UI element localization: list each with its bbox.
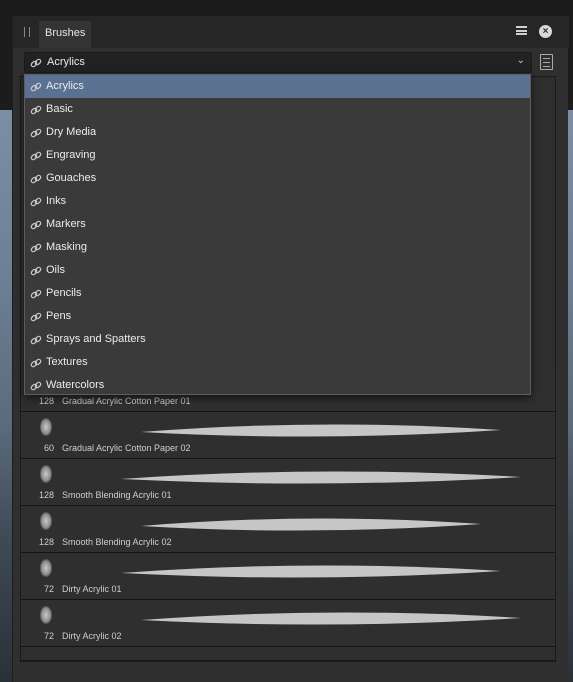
dropdown-item-pens[interactable]: Pens <box>25 305 530 328</box>
brush-row[interactable]: 128 Smooth Blending Acrylic 01 <box>21 459 555 506</box>
category-selector[interactable]: Acrylics ⌄ <box>24 52 532 73</box>
dropdown-item-basic[interactable]: Basic <box>25 98 530 121</box>
drag-grip-icon[interactable] <box>24 27 30 37</box>
brush-category-icon <box>30 243 42 253</box>
close-icon[interactable]: × <box>539 25 552 38</box>
dropdown-item-label: Watercolors <box>46 379 105 391</box>
brush-size-label: 128 <box>38 537 54 547</box>
category-selector-value: Acrylics <box>47 56 85 68</box>
dropdown-item-textures[interactable]: Textures <box>25 351 530 374</box>
brush-row[interactable]: 60 Gradual Acrylic Cotton Paper 02 <box>21 412 555 459</box>
dropdown-item-label: Pens <box>46 310 72 322</box>
brush-category-icon <box>30 335 42 345</box>
dropdown-item-label: Basic <box>46 103 73 115</box>
brush-stroke-preview <box>121 471 521 484</box>
brush-category-icon <box>30 358 42 368</box>
brush-size-label: 72 <box>43 584 54 594</box>
brush-row[interactable]: 72 Dirty Acrylic 02 <box>21 600 555 647</box>
hamburger-menu-icon[interactable] <box>516 26 527 35</box>
dropdown-item-pencils[interactable]: Pencils <box>25 282 530 305</box>
brush-name-label: Dirty Acrylic 01 <box>62 584 122 594</box>
brush-category-icon <box>30 128 42 138</box>
dropdown-item-acrylics[interactable]: Acrylics <box>25 75 530 98</box>
dropdown-item-label: Oils <box>46 264 65 276</box>
dropdown-item-label: Sprays and Spatters <box>46 333 146 345</box>
dropdown-item-inks[interactable]: Inks <box>25 190 530 213</box>
dropdown-item-label: Masking <box>46 241 87 253</box>
dropdown-item-label: Textures <box>46 356 88 368</box>
brush-category-icon <box>30 58 42 68</box>
brush-category-icon <box>30 381 42 391</box>
brush-category-icon <box>30 220 42 230</box>
brush-tip-thumbnail <box>40 559 52 577</box>
brush-category-icon <box>30 266 42 276</box>
brush-size-label: 128 <box>38 396 54 406</box>
brush-row[interactable]: 128 Smooth Blending Acrylic 02 <box>21 506 555 553</box>
dropdown-item-label: Gouaches <box>46 172 97 184</box>
dropdown-item-label: Acrylics <box>46 80 84 92</box>
brush-stroke-preview <box>141 424 501 437</box>
dropdown-item-label: Engraving <box>46 149 96 161</box>
list-view-icon[interactable] <box>540 54 553 70</box>
tab-brushes[interactable]: Brushes <box>39 21 92 48</box>
dropdown-item-label: Markers <box>46 218 86 230</box>
brush-name-label: Dirty Acrylic 02 <box>62 631 122 641</box>
dropdown-item-oils[interactable]: Oils <box>25 259 530 282</box>
brush-category-icon <box>30 289 42 299</box>
brush-name-label: Gradual Acrylic Cotton Paper 02 <box>62 443 191 453</box>
brush-tip-thumbnail <box>40 465 52 483</box>
dropdown-item-engraving[interactable]: Engraving <box>25 144 530 167</box>
brush-name-label: Smooth Blending Acrylic 01 <box>62 490 172 500</box>
panel-tab-bar: Brushes × <box>13 16 569 48</box>
brush-name-label: Gradual Acrylic Cotton Paper 01 <box>62 396 191 406</box>
dropdown-item-masking[interactable]: Masking <box>25 236 530 259</box>
brush-tip-thumbnail <box>40 606 52 624</box>
brush-category-icon <box>30 105 42 115</box>
panel-bottom-divider <box>20 661 556 662</box>
brush-stroke-preview <box>141 612 521 625</box>
brush-category-icon <box>30 151 42 161</box>
brush-tip-thumbnail <box>40 418 52 436</box>
chevron-down-icon: ⌄ <box>516 55 525 66</box>
dropdown-item-label: Dry Media <box>46 126 97 138</box>
dropdown-item-gouaches[interactable]: Gouaches <box>25 167 530 190</box>
dropdown-item-sprays-and-spatters[interactable]: Sprays and Spatters <box>25 328 530 351</box>
brush-category-icon <box>30 174 42 184</box>
brush-name-label: Smooth Blending Acrylic 02 <box>62 537 172 547</box>
brush-size-label: 72 <box>43 631 54 641</box>
brush-row[interactable]: 72 Dirty Acrylic 01 <box>21 553 555 600</box>
dropdown-item-watercolors[interactable]: Watercolors <box>25 374 530 397</box>
dropdown-item-markers[interactable]: Markers <box>25 213 530 236</box>
category-dropdown-menu: Acrylics Basic Dry Media Engraving Gouaches I… <box>24 74 531 395</box>
brush-size-label: 128 <box>38 490 54 500</box>
brush-category-icon <box>30 82 42 92</box>
brush-tip-thumbnail <box>40 512 52 530</box>
brush-category-icon <box>30 312 42 322</box>
dropdown-item-label: Pencils <box>46 287 82 299</box>
brush-stroke-preview <box>141 518 481 531</box>
dropdown-item-label: Inks <box>46 195 67 207</box>
brush-stroke-preview <box>121 565 501 578</box>
brush-size-label: 60 <box>43 443 54 453</box>
brush-category-icon <box>30 197 42 207</box>
dropdown-item-dry-media[interactable]: Dry Media <box>25 121 530 144</box>
